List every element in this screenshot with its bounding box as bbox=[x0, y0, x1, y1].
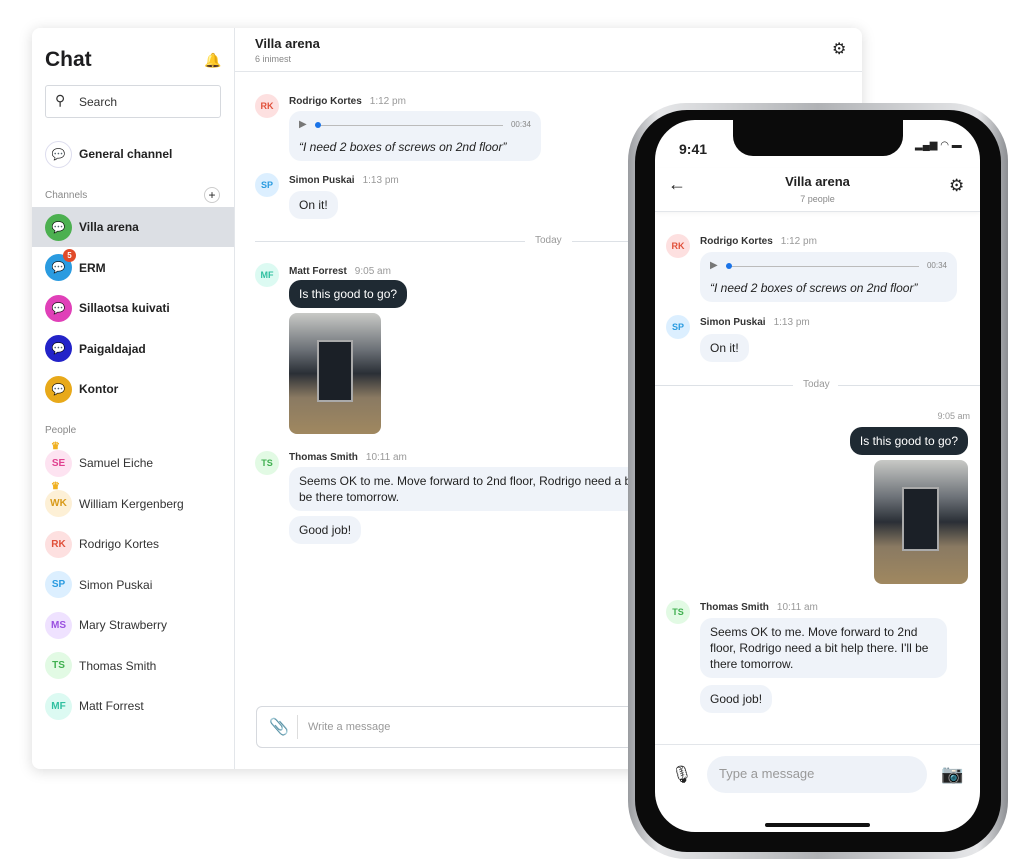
composer-bar: 🎙 Type a message 📷 bbox=[655, 744, 980, 832]
separator bbox=[297, 715, 298, 739]
phone-header: ← Villa arena 7 people ⚙ bbox=[655, 168, 980, 212]
play-icon[interactable]: ▶ bbox=[299, 117, 307, 133]
divider bbox=[655, 385, 793, 386]
message-author: Thomas Smith 10:11 am bbox=[700, 602, 818, 613]
phone-subtitle: 7 people bbox=[800, 194, 835, 204]
message-time: 1:12 pm bbox=[369, 96, 406, 107]
avatar: SP bbox=[255, 173, 279, 197]
message-bubble: Seems OK to me. Move forward to 2nd floo… bbox=[700, 618, 947, 678]
paperclip-icon[interactable]: 📎 bbox=[269, 717, 289, 737]
message-author: Simon Puskai 1:13 pm bbox=[700, 317, 810, 328]
transcript: “I need 2 boxes of screws on 2nd floor” bbox=[710, 281, 918, 295]
avatar: TS bbox=[666, 600, 690, 624]
avatar: RK bbox=[255, 94, 279, 118]
voice-message: ▶ 00:34 “I need 2 boxes of screws on 2nd … bbox=[289, 111, 541, 161]
message-input[interactable]: 📎 Write a message bbox=[256, 706, 676, 748]
avatar: RK bbox=[666, 234, 690, 258]
avatar: SP bbox=[666, 315, 690, 339]
message-bubble: Good job! bbox=[700, 685, 773, 713]
message-bubble: Good job! bbox=[289, 516, 362, 544]
audio-progress[interactable] bbox=[314, 121, 503, 128]
settings-gear-icon[interactable]: ⚙ bbox=[949, 176, 964, 196]
message-time: 9:05 am bbox=[937, 411, 970, 421]
divider bbox=[838, 385, 980, 386]
input-placeholder: Type a message bbox=[719, 766, 815, 781]
date-divider: Today bbox=[535, 235, 562, 246]
input-placeholder: Write a message bbox=[308, 721, 391, 733]
message-author: Simon Puskai 1:13 pm bbox=[289, 175, 399, 186]
audio-progress[interactable] bbox=[725, 262, 919, 269]
photo-attachment[interactable] bbox=[289, 313, 381, 434]
message-author: Thomas Smith 10:11 am bbox=[289, 452, 407, 463]
message-author: Rodrigo Kortes 1:12 pm bbox=[700, 236, 817, 247]
message-bubble: On it! bbox=[700, 334, 749, 362]
microphone-icon[interactable]: 🎙 bbox=[671, 765, 693, 785]
voice-message: ▶ 00:34 “I need 2 boxes of screws on 2nd … bbox=[700, 252, 957, 302]
camera-icon[interactable]: 📷 bbox=[941, 764, 963, 785]
phone-title: Villa arena bbox=[785, 174, 850, 189]
phone-screen: 9:41 ▂▄▆ ◠ ▬ ← Villa arena 7 people ⚙ RK… bbox=[655, 120, 980, 832]
avatar: TS bbox=[255, 451, 279, 475]
notch bbox=[733, 120, 903, 156]
message-bubble: Is this good to go? bbox=[289, 280, 408, 308]
audio-duration: 00:34 bbox=[926, 261, 947, 270]
divider bbox=[255, 241, 525, 242]
audio-duration: 00:34 bbox=[510, 120, 531, 129]
signal-wifi-battery-icon: ▂▄▆ ◠ ▬ bbox=[915, 140, 962, 151]
status-time: 9:41 bbox=[679, 141, 708, 157]
message-author: Matt Forrest 9:05 am bbox=[289, 266, 391, 277]
message-bubble: Is this good to go? bbox=[849, 427, 968, 455]
home-indicator bbox=[765, 823, 870, 827]
transcript: “I need 2 boxes of screws on 2nd floor” bbox=[299, 140, 507, 154]
photo-attachment[interactable] bbox=[874, 460, 968, 584]
message-input[interactable]: Type a message bbox=[707, 756, 927, 793]
date-divider: Today bbox=[803, 379, 830, 390]
play-icon[interactable]: ▶ bbox=[710, 258, 718, 274]
avatar: MF bbox=[255, 263, 279, 287]
message-bubble: On it! bbox=[289, 191, 338, 219]
message-author: Rodrigo Kortes 1:12 pm bbox=[289, 96, 406, 107]
